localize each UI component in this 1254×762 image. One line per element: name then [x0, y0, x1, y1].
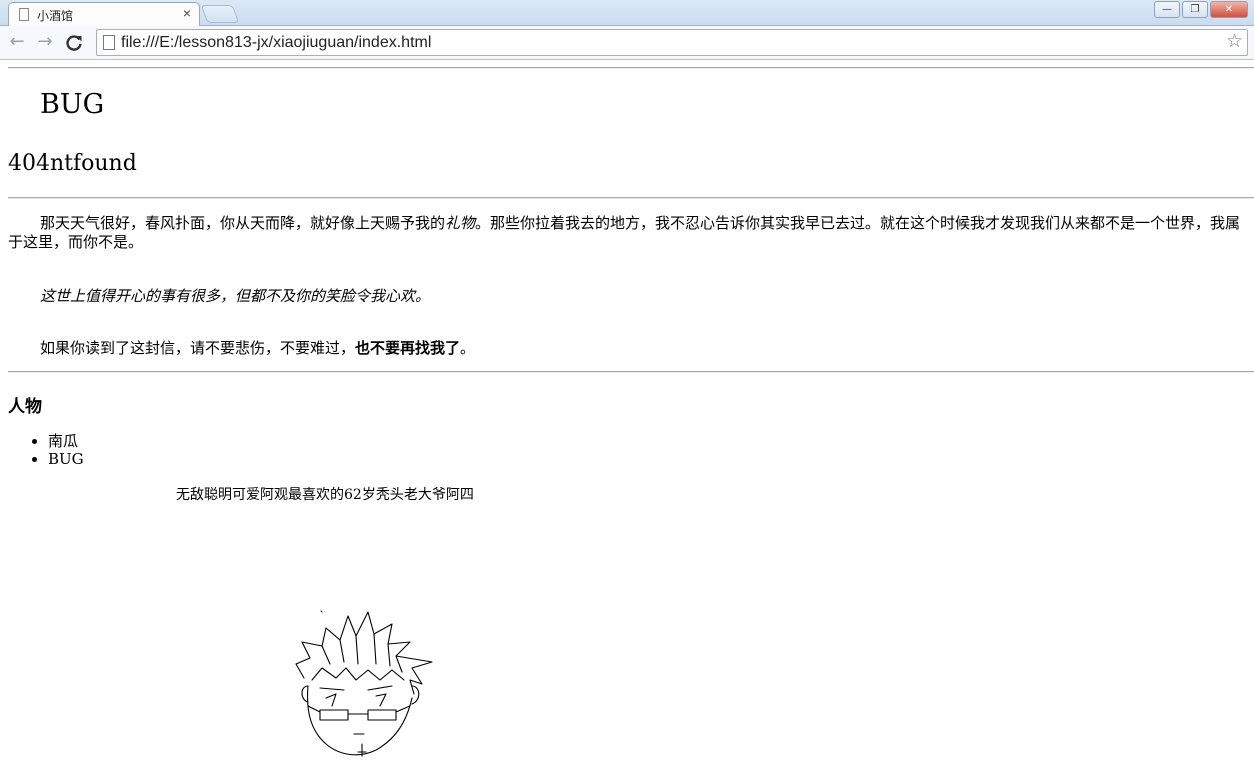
letter-bold-text: 也不要再找我了	[355, 339, 461, 357]
page-heading-h2: 404ntfound	[8, 151, 137, 176]
letter-text-start: 如果你读到了这封信，请不要悲伤，不要难过，	[40, 339, 356, 357]
story-text-start: 那天天气很好，春风扑面，你从天而降，就好像上天赐予我的	[40, 214, 446, 232]
italic-quote: 这世上值得开心的事有很多，但都不及你的笑脸令我心欢。	[40, 287, 431, 305]
address-bar[interactable]: file:///E:/lesson813-jx/xiaojiuguan/inde…	[96, 29, 1248, 56]
page-heading-h1: BUG	[40, 89, 105, 120]
tab-title: 小酒馆	[37, 9, 74, 23]
document-icon	[103, 35, 115, 50]
minimize-button[interactable]: —	[1154, 1, 1180, 18]
letter-paragraph: 如果你读到了这封信，请不要悲伤，不要难过，也不要再找我了。	[40, 337, 475, 358]
hand-drawn-face-image	[295, 610, 433, 757]
reload-icon[interactable]	[63, 32, 85, 54]
tab-close-icon[interactable]: ×	[183, 5, 191, 21]
list-item: 南瓜	[48, 432, 84, 450]
divider	[8, 371, 1254, 373]
divider	[8, 67, 1254, 69]
browser-title-bar: 小酒馆 × — ❐ ✕	[0, 0, 1254, 26]
window-controls: — ❐ ✕	[1152, 1, 1248, 18]
back-arrow-icon[interactable]: ←	[6, 32, 28, 54]
people-list: 南瓜 BUG	[48, 432, 84, 468]
image-caption: 无敌聪明可爱阿观最喜欢的62岁秃头老大爷阿四	[176, 487, 474, 503]
list-item: BUG	[48, 450, 84, 468]
close-window-button[interactable]: ✕	[1210, 1, 1248, 18]
bookmark-star-icon[interactable]: ☆	[1226, 30, 1243, 52]
forward-arrow-icon[interactable]: →	[34, 32, 56, 54]
restore-button[interactable]: ❐	[1182, 1, 1208, 18]
story-paragraph: 那天天气很好，春风扑面，你从天而降，就好像上天赐予我的礼物。那些你拉着我去的地方…	[8, 214, 1248, 252]
browser-toolbar: ← → file:///E:/lesson813-jx/xiaojiuguan/…	[0, 26, 1254, 60]
people-heading: 人物	[8, 397, 42, 417]
letter-text-end: 。	[460, 339, 476, 357]
divider	[8, 197, 1254, 199]
page-content: BUG 404ntfound 那天天气很好，春风扑面，你从天而降，就好像上天赐予…	[0, 61, 1254, 762]
page-icon	[19, 8, 29, 21]
story-emphasis: 礼物	[445, 214, 476, 232]
address-url[interactable]: file:///E:/lesson813-jx/xiaojiuguan/inde…	[121, 34, 431, 52]
browser-tab-active[interactable]: 小酒馆 ×	[8, 2, 200, 26]
new-tab-button[interactable]	[200, 5, 240, 23]
